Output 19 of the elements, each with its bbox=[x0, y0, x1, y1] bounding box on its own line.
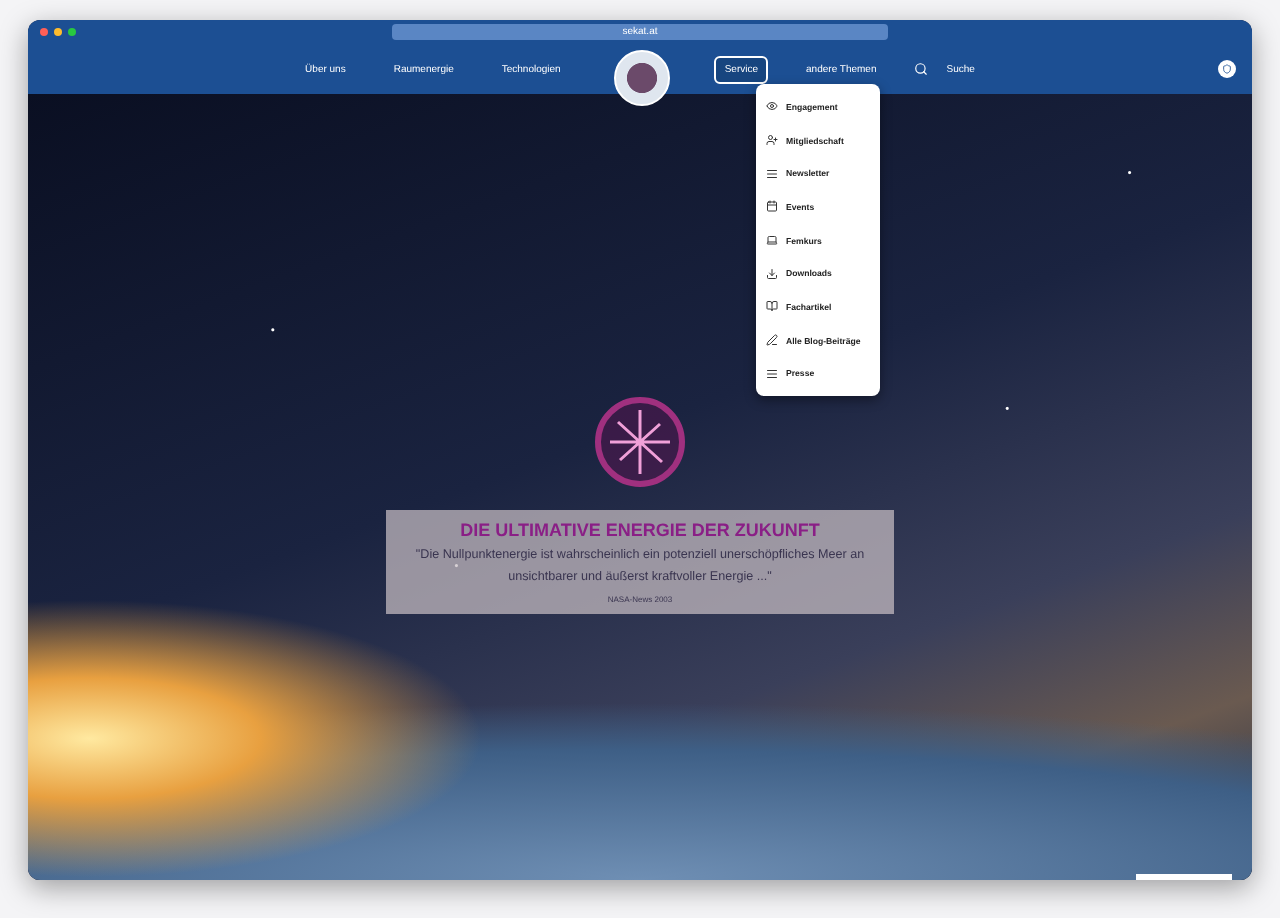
lines-icon bbox=[766, 367, 778, 380]
search-icon[interactable] bbox=[914, 62, 929, 76]
calendar-icon bbox=[766, 200, 778, 213]
eye-icon bbox=[766, 100, 778, 113]
download-icon bbox=[766, 267, 778, 280]
sigil-icon bbox=[592, 394, 688, 490]
user-plus-icon bbox=[766, 134, 778, 147]
shield-icon bbox=[1222, 64, 1232, 74]
laptop-icon bbox=[766, 234, 778, 247]
maximize-icon[interactable] bbox=[68, 28, 76, 36]
footer-bar bbox=[1136, 874, 1232, 880]
minimize-icon[interactable] bbox=[54, 28, 62, 36]
book-icon bbox=[766, 300, 778, 313]
logo-icon[interactable] bbox=[614, 49, 671, 105]
account-button[interactable] bbox=[1218, 60, 1236, 78]
close-icon[interactable] bbox=[40, 28, 48, 36]
pen-icon bbox=[766, 334, 778, 347]
hero-title: DIE ULTIMATIVE ENERGIE DER ZUKUNFT bbox=[460, 520, 820, 540]
lines-icon bbox=[766, 167, 778, 180]
